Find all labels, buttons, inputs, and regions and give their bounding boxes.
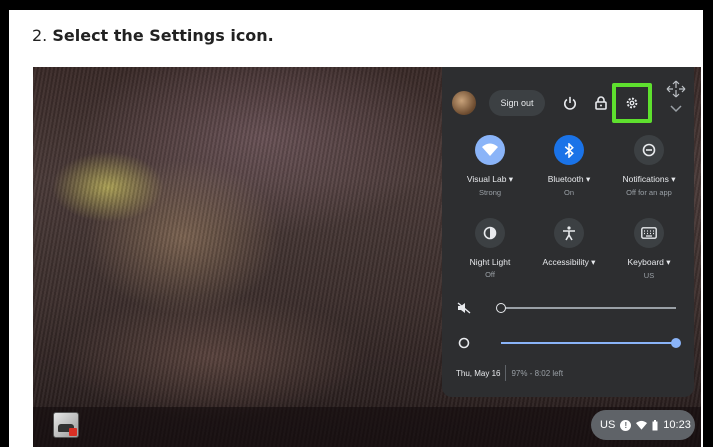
collapse-button[interactable] [664,79,694,123]
footer-divider [505,365,507,381]
tile-keyboard[interactable]: Keyboard ▾ US [607,218,691,280]
battery-label: 97% - 8:02 left [511,368,564,378]
tile-sublabel: Off for an app [626,188,672,197]
brightness-slider[interactable] [501,338,681,348]
shelf-app-icon[interactable] [53,412,79,438]
lock-icon [595,96,607,110]
wifi-status-icon [636,420,648,430]
sign-out-button[interactable]: Sign out [489,90,545,116]
accessibility-toggle[interactable] [554,218,584,248]
avatar[interactable] [452,91,476,115]
brightness-button[interactable] [454,333,474,353]
tile-bluetooth[interactable]: Bluetooth ▾ On [527,135,611,197]
tile-label: Visual Lab ▾ [466,174,514,184]
status-area[interactable]: US ! 10:23 [591,410,695,440]
tile-label: Notifications ▾ [622,174,676,184]
brightness-slider-fill [501,342,676,344]
night-light-icon [483,226,497,240]
step-title: 2. Select the Settings icon. [32,26,274,45]
tile-sublabel: US [643,271,655,280]
chevron-down-icon [670,105,682,113]
tile-label: Accessibility ▾ [542,257,596,267]
bluetooth-toggle[interactable] [554,135,584,165]
step-text: Select the Settings icon. [52,26,274,45]
power-button[interactable] [557,90,583,116]
volume-slider-knob[interactable] [496,303,506,313]
keyboard-icon [641,227,657,239]
page-frame: 2. Select the Settings icon. US ! 10:23 … [0,0,713,447]
bluetooth-icon [564,142,574,158]
app-badge [69,428,77,436]
tile-label: Night Light [469,257,511,267]
night-light-toggle[interactable] [475,218,505,248]
volume-slider[interactable] [496,303,676,313]
instruction-card: 2. Select the Settings icon. US ! 10:23 … [9,10,703,447]
tile-sublabel: Off [485,270,495,279]
power-icon [564,96,576,110]
info-icon: ! [620,419,632,431]
settings-button-highlight[interactable] [612,83,652,123]
chromeos-screenshot: US ! 10:23 Sign out Visual Lab ▾ Strong … [33,67,701,447]
brightness-slider-row [442,333,694,353]
quick-settings-panel: Sign out Visual Lab ▾ Strong Bluetooth ▾… [442,67,694,397]
accessibility-icon [563,225,575,240]
brightness-icon [458,337,470,349]
brightness-slider-knob[interactable] [671,338,681,348]
mute-button[interactable] [454,298,474,318]
tile-label: Bluetooth ▾ [547,174,591,184]
wifi-icon [482,143,498,156]
battery-status-icon [652,419,658,430]
date-label[interactable]: Thu, May 16 [456,369,500,378]
tile-night-light[interactable]: Night Light Off [448,218,532,279]
notifications-off-icon [642,143,656,157]
volume-slider-row [442,298,694,318]
clock: 10:23 [663,419,691,431]
notifications-toggle[interactable] [634,135,664,165]
ime-indicator: US [600,419,616,431]
wifi-toggle[interactable] [475,135,505,165]
quick-settings-top-row: Sign out [442,80,694,123]
step-number: 2. [32,26,48,45]
tile-wifi[interactable]: Visual Lab ▾ Strong [448,135,532,197]
lock-button[interactable] [588,90,614,116]
volume-muted-icon [457,302,471,314]
tile-sublabel: Strong [478,188,502,197]
tile-sublabel: On [563,188,574,197]
tile-label: Keyboard ▾ [627,257,671,267]
quick-settings-footer: Thu, May 16 97% - 8:02 left [456,365,563,381]
tile-notifications[interactable]: Notifications ▾ Off for an app [607,135,691,197]
expand-arrows-icon [666,80,686,113]
keyboard-toggle[interactable] [634,218,664,248]
gear-icon [626,97,638,109]
tile-accessibility[interactable]: Accessibility ▾ [527,218,611,271]
